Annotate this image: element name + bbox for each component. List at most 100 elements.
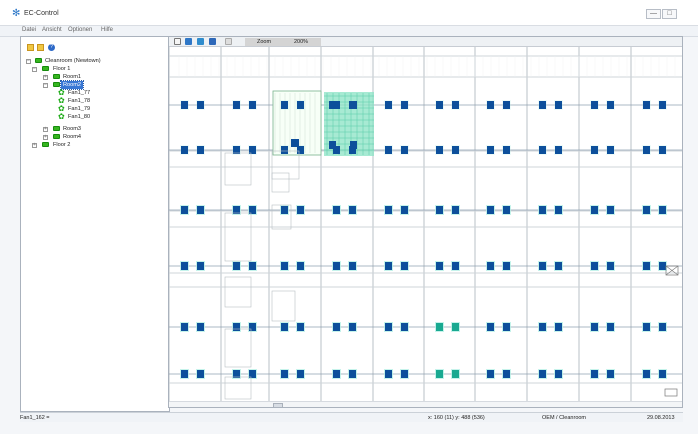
fan-unit[interactable] (591, 206, 598, 214)
fan-unit[interactable] (487, 206, 494, 214)
fan-unit[interactable] (487, 370, 494, 378)
fan-unit[interactable] (436, 101, 443, 109)
fan-unit[interactable] (297, 370, 304, 378)
cleanroom-floor-plan[interactable] (169, 47, 683, 401)
fan-unit[interactable] (503, 146, 510, 154)
fan-unit[interactable] (436, 323, 443, 331)
fan-unit[interactable] (233, 323, 240, 331)
horizontal-scrollbar[interactable] (169, 401, 682, 407)
collapse-icon[interactable]: − (43, 83, 48, 88)
expand-icon[interactable]: + (43, 127, 48, 132)
fan-unit[interactable] (197, 262, 204, 270)
fan-unit[interactable] (503, 262, 510, 270)
tree-node-fan-80[interactable]: ✿ Fan1_80 (55, 113, 155, 121)
fan-unit[interactable] (349, 262, 356, 270)
expand-icon[interactable]: + (32, 143, 37, 148)
fan-unit[interactable] (297, 146, 304, 154)
refresh-icon[interactable] (197, 38, 204, 45)
fan-unit[interactable] (607, 262, 614, 270)
zoom-toggle-icon[interactable] (225, 38, 232, 45)
fan-unit[interactable] (607, 146, 614, 154)
scrollbar-thumb[interactable] (273, 403, 283, 407)
fan-unit[interactable] (659, 146, 666, 154)
fan-unit[interactable] (401, 370, 408, 378)
fan-unit[interactable] (181, 323, 188, 331)
fan-unit[interactable] (385, 206, 392, 214)
fan-unit[interactable] (555, 370, 562, 378)
print-icon[interactable] (209, 38, 216, 45)
fan-unit[interactable] (281, 206, 288, 214)
collapse-icon[interactable]: − (26, 59, 31, 64)
fan-unit[interactable] (659, 101, 666, 109)
fan-unit[interactable] (281, 101, 288, 109)
fan-unit[interactable] (181, 262, 188, 270)
fan-unit[interactable] (401, 146, 408, 154)
fan-unit[interactable] (436, 262, 443, 270)
fan-unit[interactable] (333, 323, 340, 331)
fan-unit[interactable] (385, 146, 392, 154)
fan-1-79[interactable] (329, 141, 336, 149)
fan-1-80[interactable] (350, 141, 357, 149)
fan-unit[interactable] (555, 323, 562, 331)
fan-unit[interactable] (436, 370, 443, 378)
fan-unit[interactable] (539, 323, 546, 331)
fan-unit[interactable] (539, 370, 546, 378)
help-icon[interactable]: ? (48, 44, 55, 51)
fan-unit[interactable] (643, 146, 650, 154)
fan-unit[interactable] (503, 206, 510, 214)
fan-unit[interactable] (297, 262, 304, 270)
fan-unit[interactable] (181, 101, 188, 109)
fan-unit[interactable] (487, 101, 494, 109)
fan-unit[interactable] (487, 146, 494, 154)
fan-unit[interactable] (539, 262, 546, 270)
fan-1-78[interactable] (350, 101, 357, 109)
fan-unit[interactable] (452, 101, 459, 109)
tree-node-fan-77[interactable]: ✿ Fan1_77 (55, 89, 155, 97)
fan-unit[interactable] (607, 323, 614, 331)
fan-unit[interactable] (297, 206, 304, 214)
expand-icon[interactable]: + (43, 135, 48, 140)
fan-unit[interactable] (197, 206, 204, 214)
collapse-icon[interactable]: − (32, 67, 37, 72)
fan-unit[interactable] (607, 206, 614, 214)
fan-unit[interactable] (607, 101, 614, 109)
fan-unit[interactable] (385, 101, 392, 109)
fan-unit[interactable] (249, 323, 256, 331)
fan-unit[interactable] (555, 146, 562, 154)
fan-unit[interactable] (503, 101, 510, 109)
fan-unit[interactable] (349, 370, 356, 378)
fan-unit[interactable] (249, 262, 256, 270)
tree-node-cleanroom[interactable]: − Cleanroom (Newtown) (25, 57, 165, 65)
selected-fan[interactable] (291, 139, 299, 147)
tree-node-fan-79[interactable]: ✿ Fan1_79 (55, 105, 155, 113)
fan-unit[interactable] (591, 146, 598, 154)
fan-unit[interactable] (181, 206, 188, 214)
fan-unit[interactable] (181, 146, 188, 154)
fan-1-77[interactable] (329, 101, 336, 109)
fan-unit[interactable] (197, 101, 204, 109)
tree-node-room-4[interactable]: + Room4 (43, 133, 163, 141)
fan-unit[interactable] (503, 370, 510, 378)
fan-unit[interactable] (281, 146, 288, 154)
fan-unit[interactable] (539, 206, 546, 214)
fan-unit[interactable] (539, 101, 546, 109)
fan-unit[interactable] (591, 323, 598, 331)
fan-unit[interactable] (452, 323, 459, 331)
fan-unit[interactable] (591, 101, 598, 109)
fan-unit[interactable] (249, 101, 256, 109)
tree-node-floor-1[interactable]: − Floor 1 (32, 65, 162, 73)
fan-unit[interactable] (452, 206, 459, 214)
fan-unit[interactable] (607, 370, 614, 378)
fan-unit[interactable] (401, 323, 408, 331)
fan-unit[interactable] (436, 206, 443, 214)
fan-unit[interactable] (452, 262, 459, 270)
menu-ansicht[interactable]: Ansicht (42, 27, 62, 33)
menu-optionen[interactable]: Optionen (68, 27, 92, 33)
fan-unit[interactable] (539, 146, 546, 154)
fan-unit[interactable] (401, 206, 408, 214)
fan-unit[interactable] (503, 323, 510, 331)
fan-unit[interactable] (452, 370, 459, 378)
fan-unit[interactable] (487, 262, 494, 270)
expand-icon[interactable]: + (43, 75, 48, 80)
maximize-button[interactable]: □ (662, 9, 677, 19)
